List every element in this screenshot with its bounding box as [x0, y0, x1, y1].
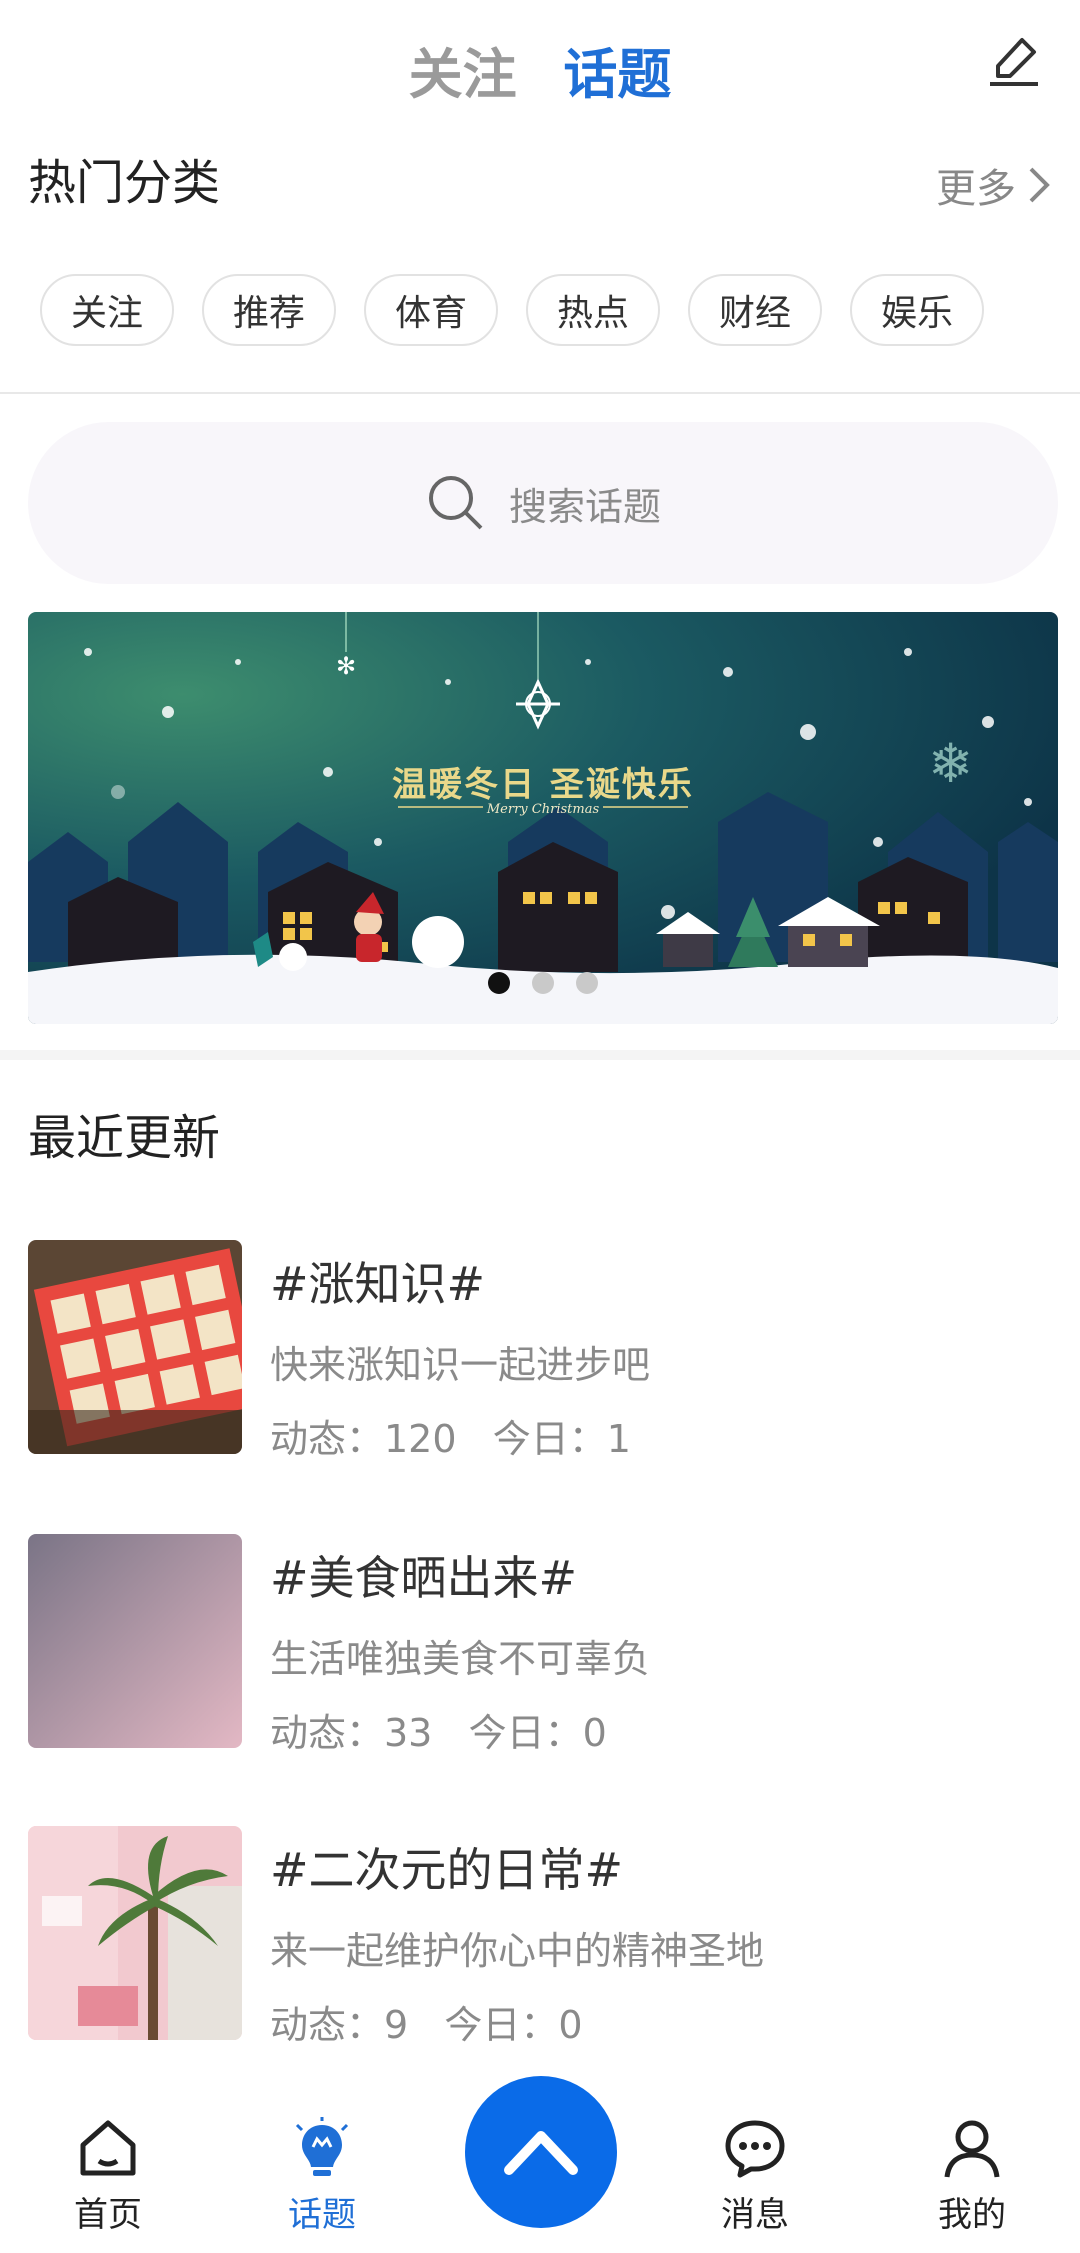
edit-icon[interactable] [982, 30, 1046, 94]
topic-thumbnail [28, 1534, 242, 1748]
nav-topics[interactable]: 话题 [252, 2115, 392, 2236]
nav-profile[interactable]: 我的 [902, 2115, 1042, 2236]
carousel-dots [28, 972, 1058, 994]
banner-carousel[interactable]: ✻ ❄ 温暖冬日 圣诞快乐 Merry Christmas [28, 612, 1058, 1024]
tab-follow[interactable]: 关注 [409, 30, 517, 109]
hot-categories-title: 热门分类 [28, 155, 221, 211]
top-bar: 关注 话题 [0, 0, 1080, 130]
topic-title: #涨知识# [270, 1257, 486, 1311]
topic-description: 快来涨知识一起进步吧 [270, 1343, 651, 1387]
bulb-icon [295, 2117, 349, 2176]
nav-profile-label: 我的 [938, 2195, 1006, 2235]
more-button[interactable]: 更多 [936, 156, 1052, 214]
chip-entertainment[interactable]: 娱乐 [850, 274, 984, 346]
topic-title: #二次元的日常# [270, 1843, 624, 1897]
chip-sports[interactable]: 体育 [364, 274, 498, 346]
svg-text:✻: ✻ [336, 652, 356, 680]
topic-thumbnail [28, 1826, 242, 2040]
chevron-up-icon [504, 2131, 578, 2175]
topic-description: 生活唯独美食不可辜负 [270, 1637, 651, 1681]
search-placeholder: 搜索话题 [508, 484, 661, 529]
nav-messages-label: 消息 [721, 2195, 789, 2235]
banner-headline: 温暖冬日 圣诞快乐 [392, 765, 694, 805]
nav-topics-label: 话题 [288, 2195, 356, 2235]
banner-subline: Merry Christmas [486, 802, 600, 817]
divider [0, 392, 1080, 394]
topic-stats: 动态：33 今日：0 [270, 1711, 607, 1755]
chevron-right-icon [1029, 167, 1050, 203]
nav-messages[interactable]: 消息 [685, 2115, 825, 2236]
chip-follow[interactable]: 关注 [40, 274, 174, 346]
christmas-banner-image: ✻ ❄ [28, 612, 1058, 1024]
topic-thumbnail [28, 1240, 242, 1454]
chip-recommend[interactable]: 推荐 [202, 274, 336, 346]
topic-stats: 动态：120 今日：1 [270, 1417, 631, 1461]
section-separator [0, 1050, 1080, 1060]
more-label: 更多 [936, 166, 1016, 212]
topic-description: 来一起维护你心中的精神圣地 [270, 1929, 765, 1973]
carousel-dot-2[interactable] [532, 972, 554, 994]
carousel-dot-3[interactable] [576, 972, 598, 994]
topic-item[interactable]: #涨知识# 快来涨知识一起进步吧 动态：120 今日：1 [28, 1240, 1058, 1461]
message-icon [725, 2120, 785, 2178]
topic-title: #美食晒出来# [270, 1551, 578, 1605]
nav-home-label: 首页 [74, 2195, 142, 2235]
user-icon [944, 2120, 1000, 2178]
nav-home[interactable]: 首页 [38, 2115, 178, 2236]
tab-topics[interactable]: 话题 [563, 30, 671, 109]
chip-hot[interactable]: 热点 [526, 274, 660, 346]
recent-updates-title: 最近更新 [28, 1110, 221, 1166]
scroll-top-button[interactable] [465, 2076, 617, 2228]
chip-finance[interactable]: 财经 [688, 274, 822, 346]
topic-stats: 动态：9 今日：0 [270, 2003, 583, 2047]
search-icon [428, 476, 483, 530]
topic-item[interactable]: #美食晒出来# 生活唯独美食不可辜负 动态：33 今日：0 [28, 1534, 1058, 1755]
top-tabs: 关注 话题 [0, 30, 1080, 109]
hot-categories-header: 热门分类 更多 [28, 148, 1052, 218]
topic-item[interactable]: #二次元的日常# 来一起维护你心中的精神圣地 动态：9 今日：0 [28, 1826, 1058, 2047]
home-icon [80, 2120, 136, 2176]
search-input[interactable]: 搜索话题 [28, 422, 1058, 584]
category-chips: 关注 推荐 体育 热点 财经 娱乐 [40, 274, 984, 346]
carousel-dot-1[interactable] [488, 972, 510, 994]
